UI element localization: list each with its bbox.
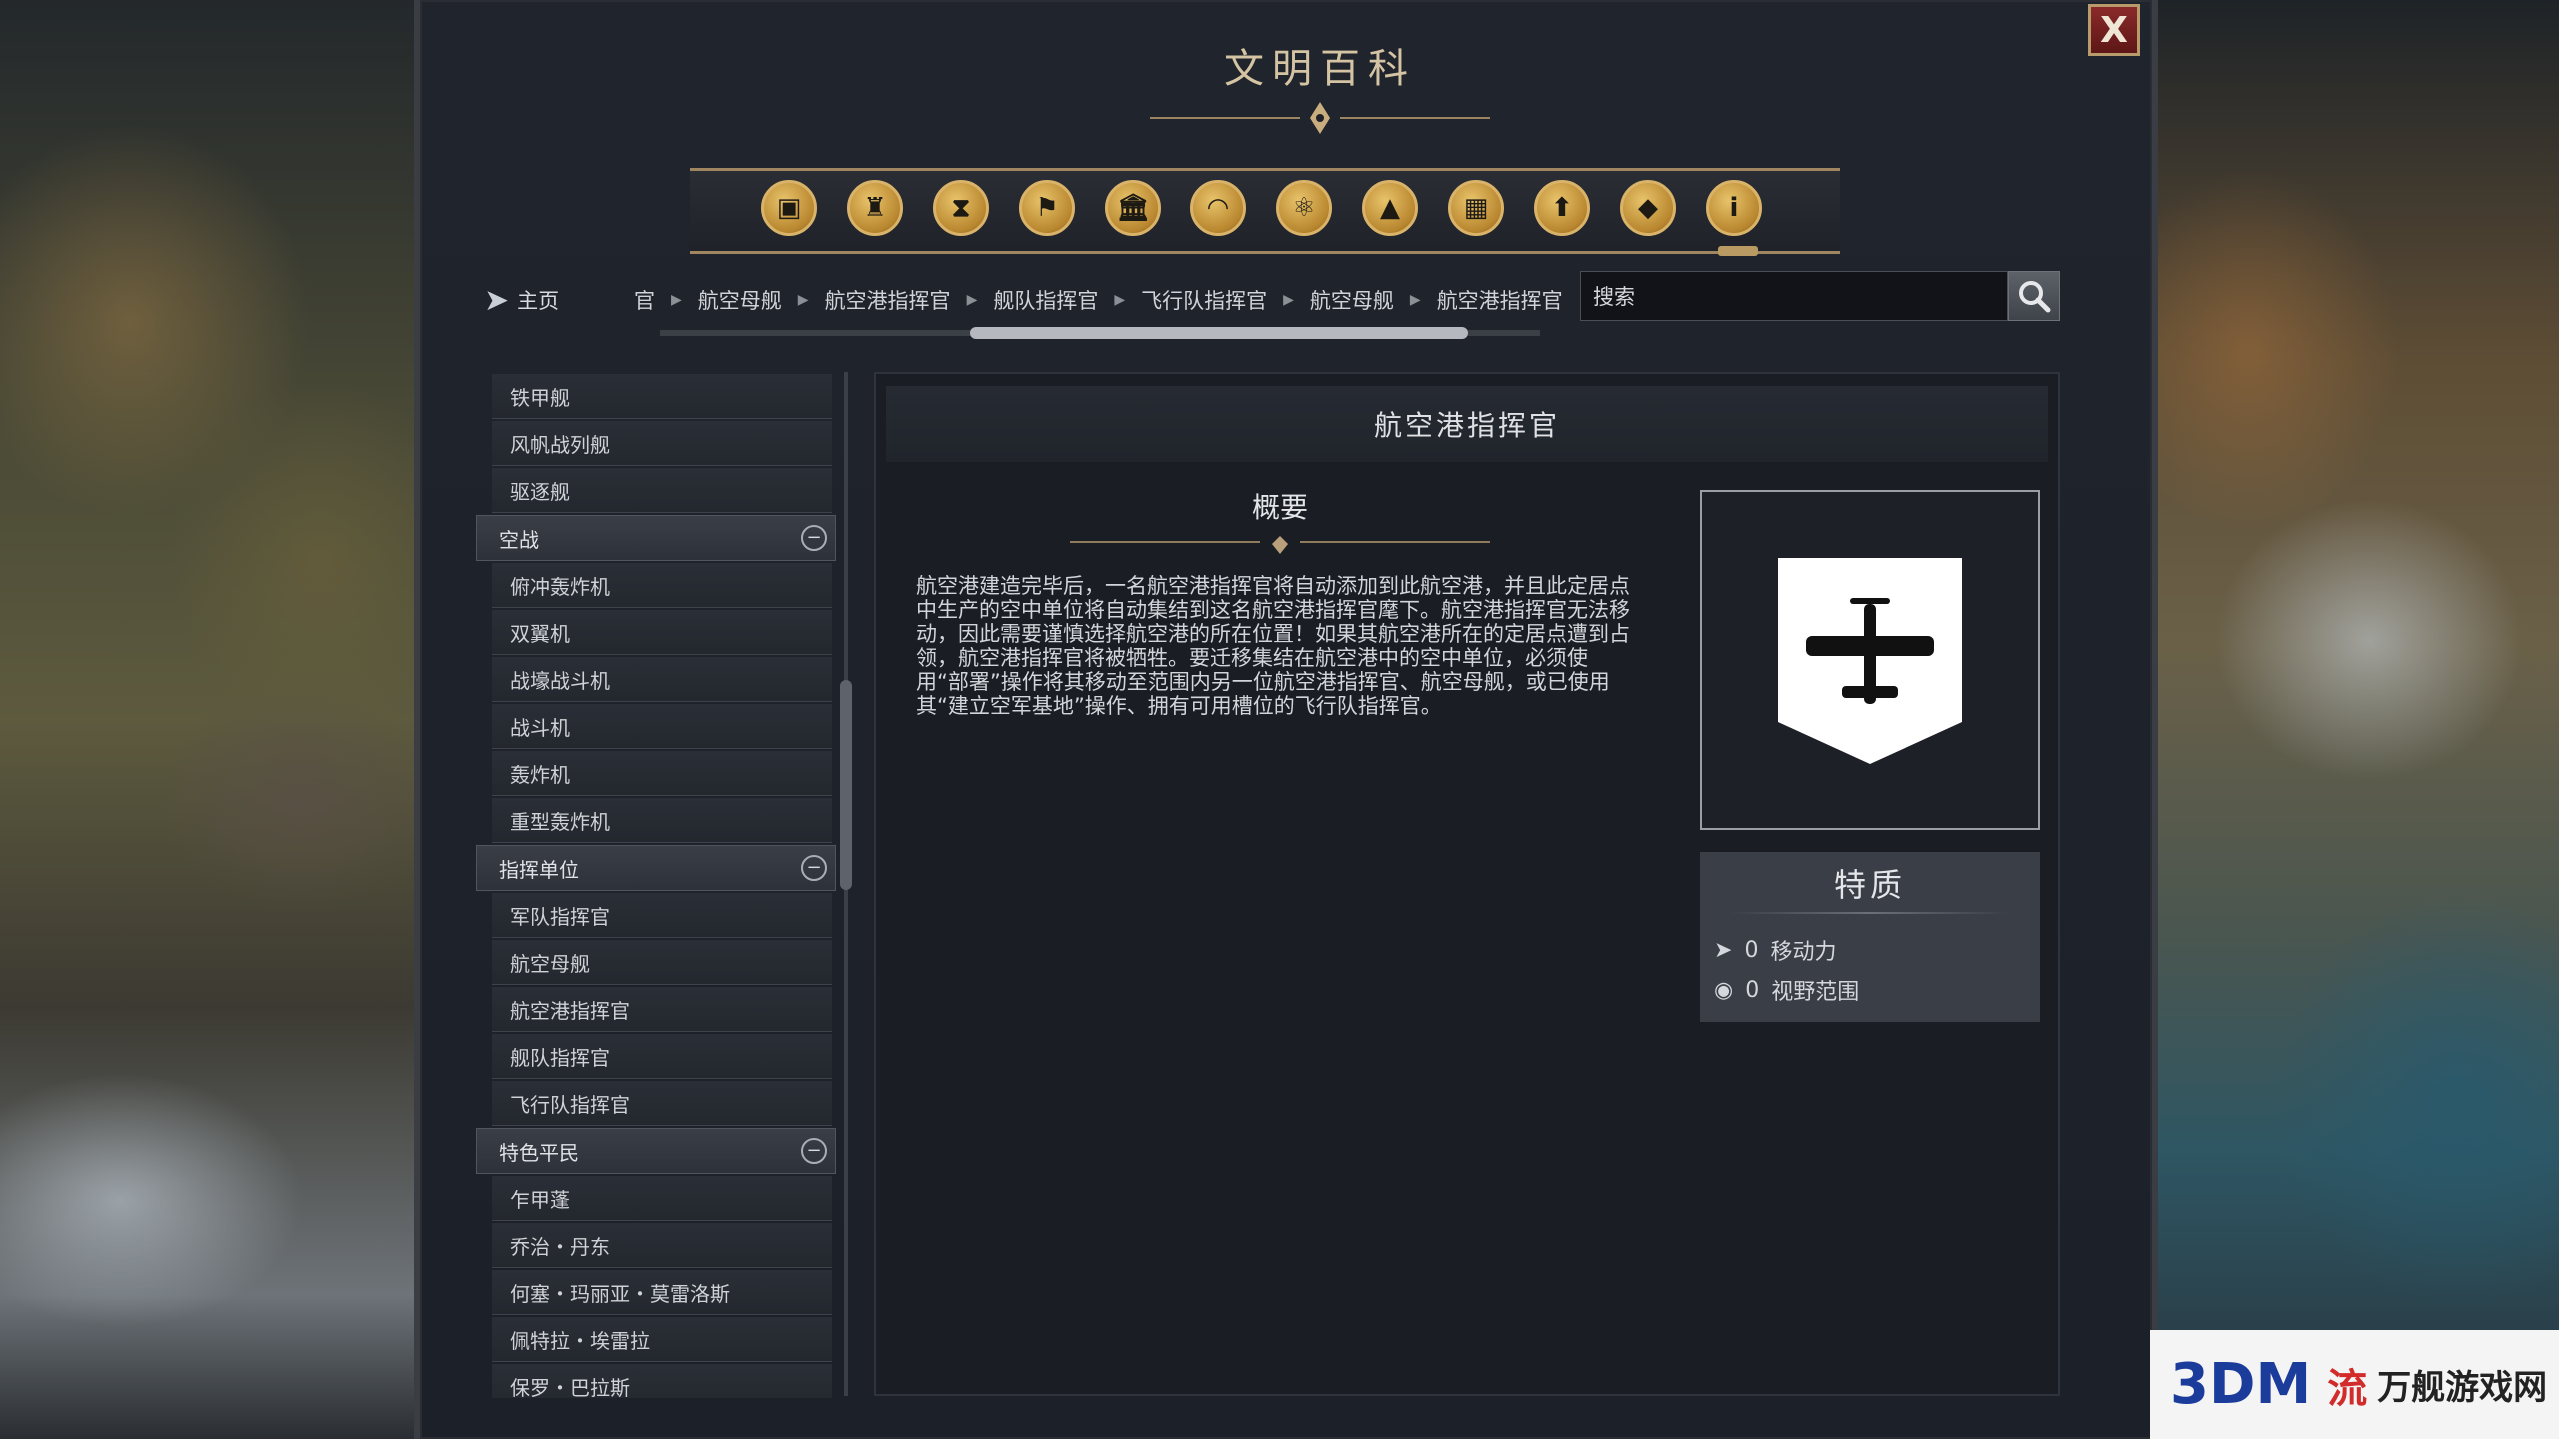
wonders-icon[interactable]: ◠ [1190,180,1246,236]
sidebar-scroll-thumb[interactable] [840,680,852,890]
breadcrumb-separator-icon: ▶ [1409,292,1421,308]
close-button[interactable]: X [2088,4,2140,56]
sidebar-list: 铁甲舰 风帆战列舰 驱逐舰 空战 − 俯冲轰炸机 双翼机 战壕战斗机 战斗机 轰炸机 重型轰炸机 指挥… [476,374,836,1398]
summary-ornament [1070,536,1490,554]
window-title: 文明百科 [1224,46,1416,92]
sidebar-item[interactable]: 战斗机 [492,704,832,749]
trait-value: 0 [1744,937,1759,963]
breadcrumb-separator-icon: ▶ [1114,292,1126,308]
sidebar-category-label: 指挥单位 [499,857,579,882]
sidebar-item[interactable]: 风帆战列舰 [492,421,832,466]
breadcrumb-item[interactable]: 舰队指挥官 [987,285,1104,315]
sidebar-item[interactable]: 驱逐舰 [492,468,832,513]
title-ornament [1150,102,1490,134]
unit-portrait [1700,490,2040,830]
sidebar-item[interactable]: 飞行队指挥官 [492,1081,832,1126]
home-button[interactable]: ➤ 主页 [484,280,559,320]
watermark-text-b: 流 [2327,1365,2368,1412]
trait-label: 移动力 [1770,940,1837,965]
resources-icon[interactable]: ◆ [1620,180,1676,236]
breadcrumb-scroll-thumb[interactable] [970,327,1468,339]
trait-label: 视野范围 [1771,980,1860,1005]
sidebar-category-label: 特色平民 [499,1140,579,1165]
movement-icon: ➤ [1714,937,1733,963]
sidebar-item[interactable]: 轰炸机 [492,751,832,796]
search-button[interactable] [2008,271,2060,321]
collapse-icon[interactable]: − [801,855,827,881]
sidebar-item[interactable]: 航空港指挥官 [492,987,832,1032]
entry-title: 航空港指挥官 [886,386,2048,462]
policies-icon[interactable]: ♜ [847,180,903,236]
terrain-icon[interactable]: ▲ [1362,180,1418,236]
sidebar-item[interactable]: 保罗・巴拉斯 [492,1364,832,1398]
traits-divider [1730,912,2010,914]
buildings-icon[interactable]: 🏛 [1105,180,1161,236]
trait-sight: ◉ 0 视野范围 [1714,974,1859,1006]
airplane-icon [1778,558,1962,764]
promotions-icon[interactable]: ⬆ [1534,180,1590,236]
eras-icon[interactable]: ⧗ [933,180,989,236]
sidebar-item[interactable]: 重型轰炸机 [492,798,832,843]
sidebar-category[interactable]: 指挥单位 − [476,845,836,891]
sidebar-item[interactable]: 双翼机 [492,610,832,655]
site-watermark: 3DM 流 万舰游戏网 [2150,1330,2559,1439]
breadcrumb-separator-icon: ▶ [797,292,809,308]
units-icon[interactable]: ▣ [761,180,817,236]
breadcrumb-item[interactable]: 航空港指挥官 [1431,285,1568,315]
summary-title: 概要 [1251,491,1308,524]
search-icon [2019,281,2051,313]
sidebar-item[interactable]: 佩特拉・埃雷拉 [492,1317,832,1362]
sight-icon: ◉ [1714,977,1734,1003]
watermark-text-c: 万舰游戏网 [2377,1368,2548,1408]
sidebar-category-label: 空战 [499,527,539,552]
sidebar-item[interactable]: 何塞・玛丽亚・莫雷洛斯 [492,1270,832,1315]
category-selected-indicator [1718,246,1758,256]
sidebar-item[interactable]: 乍甲蓬 [492,1176,832,1221]
sidebar-category[interactable]: 空战 − [476,515,836,561]
breadcrumb-item[interactable]: 航空母舰 [1304,285,1400,315]
collapse-icon[interactable]: − [801,525,827,551]
summary-text: 航空港建造完毕后，一名航空港指挥官将自动添加到此航空港，并且此定居点中生产的空中… [916,574,1630,718]
back-arrow-icon: ➤ [484,282,510,318]
civilizations-icon[interactable]: ⚑ [1019,180,1075,236]
collapse-icon[interactable]: − [801,1138,827,1164]
sidebar-item[interactable]: 俯冲轰炸机 [492,563,832,608]
map-background-right [2129,0,2559,1439]
sidebar-item[interactable]: 铁甲舰 [492,374,832,419]
trait-value: 0 [1745,977,1760,1003]
trait-movement: ➤ 0 移动力 [1714,934,1836,966]
breadcrumb: 官 ▶ 航空母舰 ▶ 航空港指挥官 ▶ 舰队指挥官 ▶ 飞行队指挥官 ▶ 航空母舰 ▶ 航空港指挥官 [628,280,1568,320]
watermark-text-a: 3DM [2170,1352,2312,1417]
breadcrumb-separator-icon: ▶ [1283,292,1294,308]
breadcrumb-item[interactable]: 飞行队指挥官 [1135,285,1273,315]
map-background-left [0,0,440,1439]
breadcrumb-separator-icon: ▶ [671,292,682,308]
breadcrumb-item[interactable]: 航空港指挥官 [819,285,957,315]
traits-title: 特质 [1833,866,1906,904]
sidebar-item[interactable]: 军队指挥官 [492,893,832,938]
science-icon[interactable]: ⚛ [1276,180,1332,236]
traits-panel: 特质 ➤ 0 移动力 ◉ 0 视野范围 [1700,852,2040,1022]
search-input[interactable]: 搜索 [1580,271,2008,321]
districts-icon[interactable]: ▦ [1448,180,1504,236]
breadcrumb-separator-icon: ▶ [966,292,978,308]
breadcrumb-item[interactable]: 航空母舰 [692,285,788,315]
breadcrumb-item[interactable]: 官 [628,285,661,315]
info-icon[interactable]: i [1706,180,1762,236]
sidebar-category[interactable]: 特色平民 − [476,1128,836,1174]
sidebar-item[interactable]: 战壕战斗机 [492,657,832,702]
sidebar-item[interactable]: 舰队指挥官 [492,1034,832,1079]
sidebar-item[interactable]: 航空母舰 [492,940,832,985]
sidebar-item[interactable]: 乔治・丹东 [492,1223,832,1268]
home-label: 主页 [517,289,560,313]
